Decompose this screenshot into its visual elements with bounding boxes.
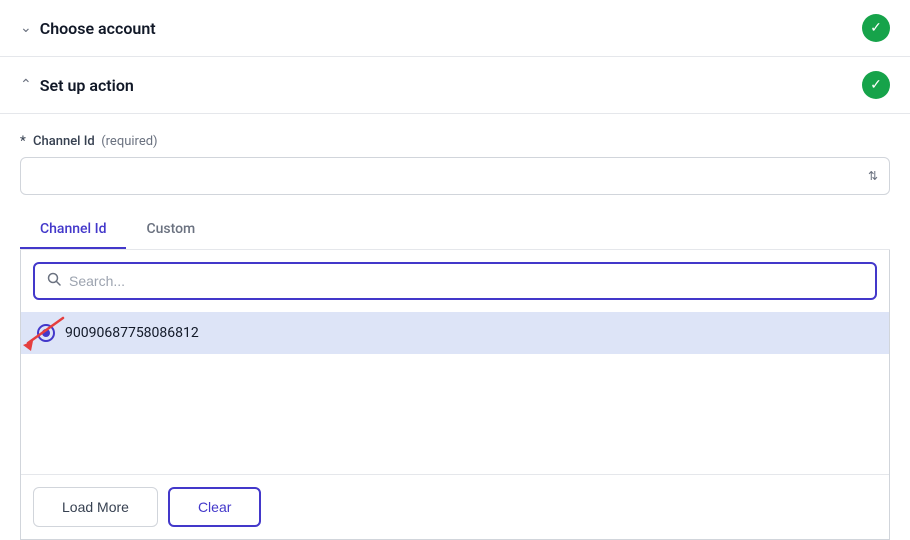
search-input-wrapper: [33, 262, 877, 300]
setup-action-left: ⌃ Set up action: [20, 76, 134, 95]
tab-custom[interactable]: Custom: [126, 211, 215, 249]
dropdown-panel: 90090687758086812 Load More Clear: [20, 250, 890, 540]
tab-channel-id[interactable]: Channel Id: [20, 211, 126, 249]
content-area: * Channel Id (required) ⇅ Channel Id: [0, 114, 910, 540]
list-container: 90090687758086812: [21, 312, 889, 474]
search-icon: [47, 272, 61, 290]
setup-action-section: ⌃ Set up action ✓ * Channel Id (required…: [0, 57, 910, 540]
required-text: (required): [98, 134, 158, 149]
choose-account-section: ⌄ Choose account ✓: [0, 0, 910, 57]
search-container: [21, 250, 889, 312]
choose-account-check-icon: ✓: [862, 14, 890, 42]
list-item[interactable]: 90090687758086812: [21, 312, 889, 354]
list-item-text: 90090687758086812: [65, 325, 199, 341]
search-input[interactable]: [69, 273, 863, 289]
choose-account-title: Choose account: [40, 19, 156, 38]
channel-id-select[interactable]: [20, 157, 890, 195]
list-item-wrapper: 90090687758086812: [21, 312, 889, 354]
chevron-down-icon[interactable]: ⌄: [20, 20, 32, 36]
channel-id-label: * Channel Id (required): [20, 134, 890, 149]
choose-account-left: ⌄ Choose account: [20, 19, 156, 38]
setup-action-title: Set up action: [40, 76, 134, 95]
page-container: ⌄ Choose account ✓ ⌃ Set up action ✓ * C…: [0, 0, 910, 540]
chevron-up-icon[interactable]: ⌃: [20, 77, 32, 93]
tabs-container: Channel Id Custom: [20, 211, 890, 250]
setup-action-header: ⌃ Set up action ✓: [0, 57, 910, 114]
button-row: Load More Clear: [21, 474, 889, 539]
clear-button[interactable]: Clear: [168, 487, 261, 527]
channel-id-select-wrapper: ⇅: [20, 157, 890, 195]
setup-action-check-icon: ✓: [862, 71, 890, 99]
field-name: Channel Id: [33, 134, 95, 149]
required-star: *: [20, 134, 26, 149]
red-arrow-annotation: [21, 313, 73, 353]
tabs: Channel Id Custom: [20, 211, 890, 249]
load-more-button[interactable]: Load More: [33, 487, 158, 527]
